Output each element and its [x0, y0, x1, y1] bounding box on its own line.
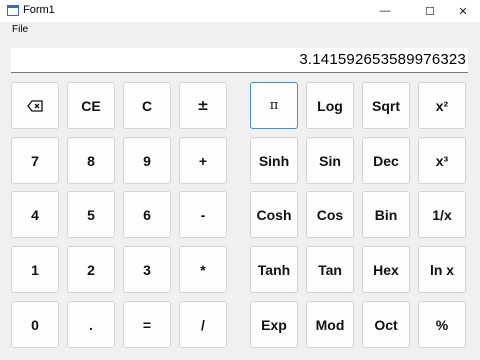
clear-entry-button[interactable]: CE	[67, 82, 115, 129]
backspace-icon	[27, 99, 43, 112]
digit-1-button[interactable]: 1	[11, 246, 59, 293]
minimize-icon: —	[379, 5, 391, 17]
square-button[interactable]: x²	[418, 82, 466, 129]
cos-button[interactable]: Cos	[306, 191, 354, 238]
maximize-button[interactable]: ☐	[415, 0, 445, 22]
equals-button[interactable]: =	[123, 301, 171, 348]
multiply-button[interactable]: *	[179, 246, 227, 293]
close-button[interactable]: ✕	[448, 0, 478, 22]
plus-minus-label: ±	[197, 97, 209, 114]
hex-button[interactable]: Hex	[362, 246, 410, 293]
tan-button[interactable]: Tan	[306, 246, 354, 293]
mod-button[interactable]: Mod	[306, 301, 354, 348]
tanh-button[interactable]: Tanh	[250, 246, 298, 293]
window-title: Form1	[23, 4, 55, 16]
digit-2-button[interactable]: 2	[67, 246, 115, 293]
menu-file[interactable]: File	[12, 24, 28, 35]
sin-button[interactable]: Sin	[306, 137, 354, 184]
backspace-button[interactable]	[11, 82, 59, 129]
exp-button[interactable]: Exp	[250, 301, 298, 348]
sqrt-button[interactable]: Sqrt	[362, 82, 410, 129]
digit-6-button[interactable]: 6	[123, 191, 171, 238]
minimize-button[interactable]: —	[370, 0, 400, 22]
maximize-icon: ☐	[425, 5, 435, 18]
decimal-point-button[interactable]: .	[67, 301, 115, 348]
close-icon: ✕	[458, 5, 468, 18]
calculator-display[interactable]: 3.141592653589976323	[11, 48, 468, 73]
cosh-button[interactable]: Cosh	[250, 191, 298, 238]
reciprocal-button[interactable]: 1/x	[418, 191, 466, 238]
subtract-button[interactable]: -	[179, 191, 227, 238]
percent-button[interactable]: %	[418, 301, 466, 348]
add-button[interactable]: +	[179, 137, 227, 184]
divide-button[interactable]: /	[179, 301, 227, 348]
bin-button[interactable]: Bin	[362, 191, 410, 238]
app-icon	[7, 5, 19, 16]
digit-9-button[interactable]: 9	[123, 137, 171, 184]
display-value: 3.141592653589976323	[299, 51, 466, 68]
digit-8-button[interactable]: 8	[67, 137, 115, 184]
sinh-button[interactable]: Sinh	[250, 137, 298, 184]
digit-5-button[interactable]: 5	[67, 191, 115, 238]
title-bar: Form1 — ☐ ✕	[0, 0, 480, 22]
clear-button[interactable]: C	[123, 82, 171, 129]
digit-4-button[interactable]: 4	[11, 191, 59, 238]
plus-minus-button[interactable]: ±	[179, 82, 227, 129]
pi-label: π	[269, 98, 279, 113]
dec-button[interactable]: Dec	[362, 137, 410, 184]
log-button[interactable]: Log	[306, 82, 354, 129]
pi-button[interactable]: π	[250, 82, 298, 129]
oct-button[interactable]: Oct	[362, 301, 410, 348]
digit-3-button[interactable]: 3	[123, 246, 171, 293]
cube-button[interactable]: x³	[418, 137, 466, 184]
ln-button[interactable]: ln x	[418, 246, 466, 293]
digit-7-button[interactable]: 7	[11, 137, 59, 184]
digit-0-button[interactable]: 0	[11, 301, 59, 348]
menu-bar: File	[0, 22, 480, 38]
